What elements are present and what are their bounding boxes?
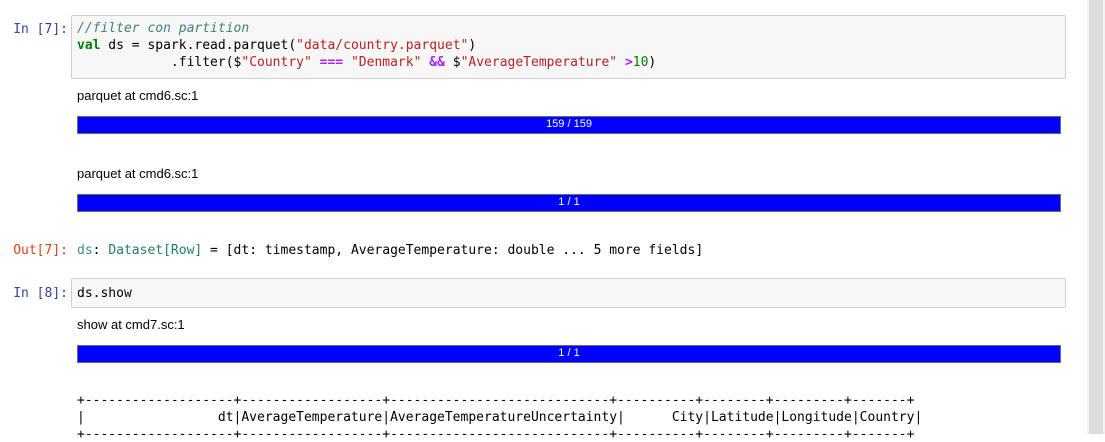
scrollbar-thumb[interactable] [1089,0,1103,434]
cell-8-code: ds.show [77,286,132,301]
cell-7-code-editor[interactable]: //filter con partition val ds = spark.rea… [71,15,1066,79]
job-2-progress-text: 1 / 1 [558,196,580,208]
code-token: //filter con partition [77,21,250,36]
cell-7-output-value: ds: Dataset[Row] = [dt: timestamp, Avera… [77,243,703,258]
cell-7-input-prompt: In [7]: [13,22,68,37]
job-1-progress-bar: 159 / 159 [77,116,1061,134]
code-line: val ds = spark.read.parquet("data/countr… [77,37,476,54]
code-token: ds = spark.read.parquet( [100,38,297,53]
code-token: ) [648,55,657,70]
table-header-row: | dt|AverageTemperature|AverageTemperatu… [77,410,923,425]
output-type: Dataset[Row] [108,243,203,258]
job-2-label: parquet at cmd6.sc:1 [77,166,199,181]
code-token: "data/country.parquet" [296,38,469,53]
code-token: "Country" [241,55,312,70]
cell-7-output-prompt: Out[7]: [13,243,68,258]
code-token: $ [444,55,461,70]
code-token: val [77,38,101,53]
code-line: //filter con partition [77,20,249,37]
job-3-label: show at cmd7.sc:1 [77,317,185,332]
code-line: .filter($"Country" === "Denmark" && $"Av… [77,54,656,71]
output-var-name: ds [77,243,93,258]
code-token: && [429,55,445,70]
code-token: > [624,55,633,70]
code-token: .filter($ [77,55,242,70]
cell-8-code-editor[interactable]: ds.show [71,278,1066,308]
cell-8-input-prompt: In [8]: [13,286,68,301]
job-3-progress-bar: 1 / 1 [77,345,1061,363]
output-separator: : [92,243,109,258]
code-token: "AverageTemperature" [460,55,618,70]
output-description: = [dt: timestamp, AverageTemperature: do… [202,243,704,258]
code-token: ) [468,38,477,53]
job-1-progress-text: 159 / 159 [546,118,592,130]
job-1-label: parquet at cmd6.sc:1 [77,88,199,103]
code-token: "Denmark" [350,55,422,70]
job-3-progress-text: 1 / 1 [558,347,580,359]
job-2-progress-bar: 1 / 1 [77,194,1061,212]
code-token: 10 [632,55,649,70]
code-token: === [319,55,344,70]
table-border-bottom: +-------------------+------------------+… [77,427,915,442]
table-border-top: +-------------------+------------------+… [77,393,915,408]
